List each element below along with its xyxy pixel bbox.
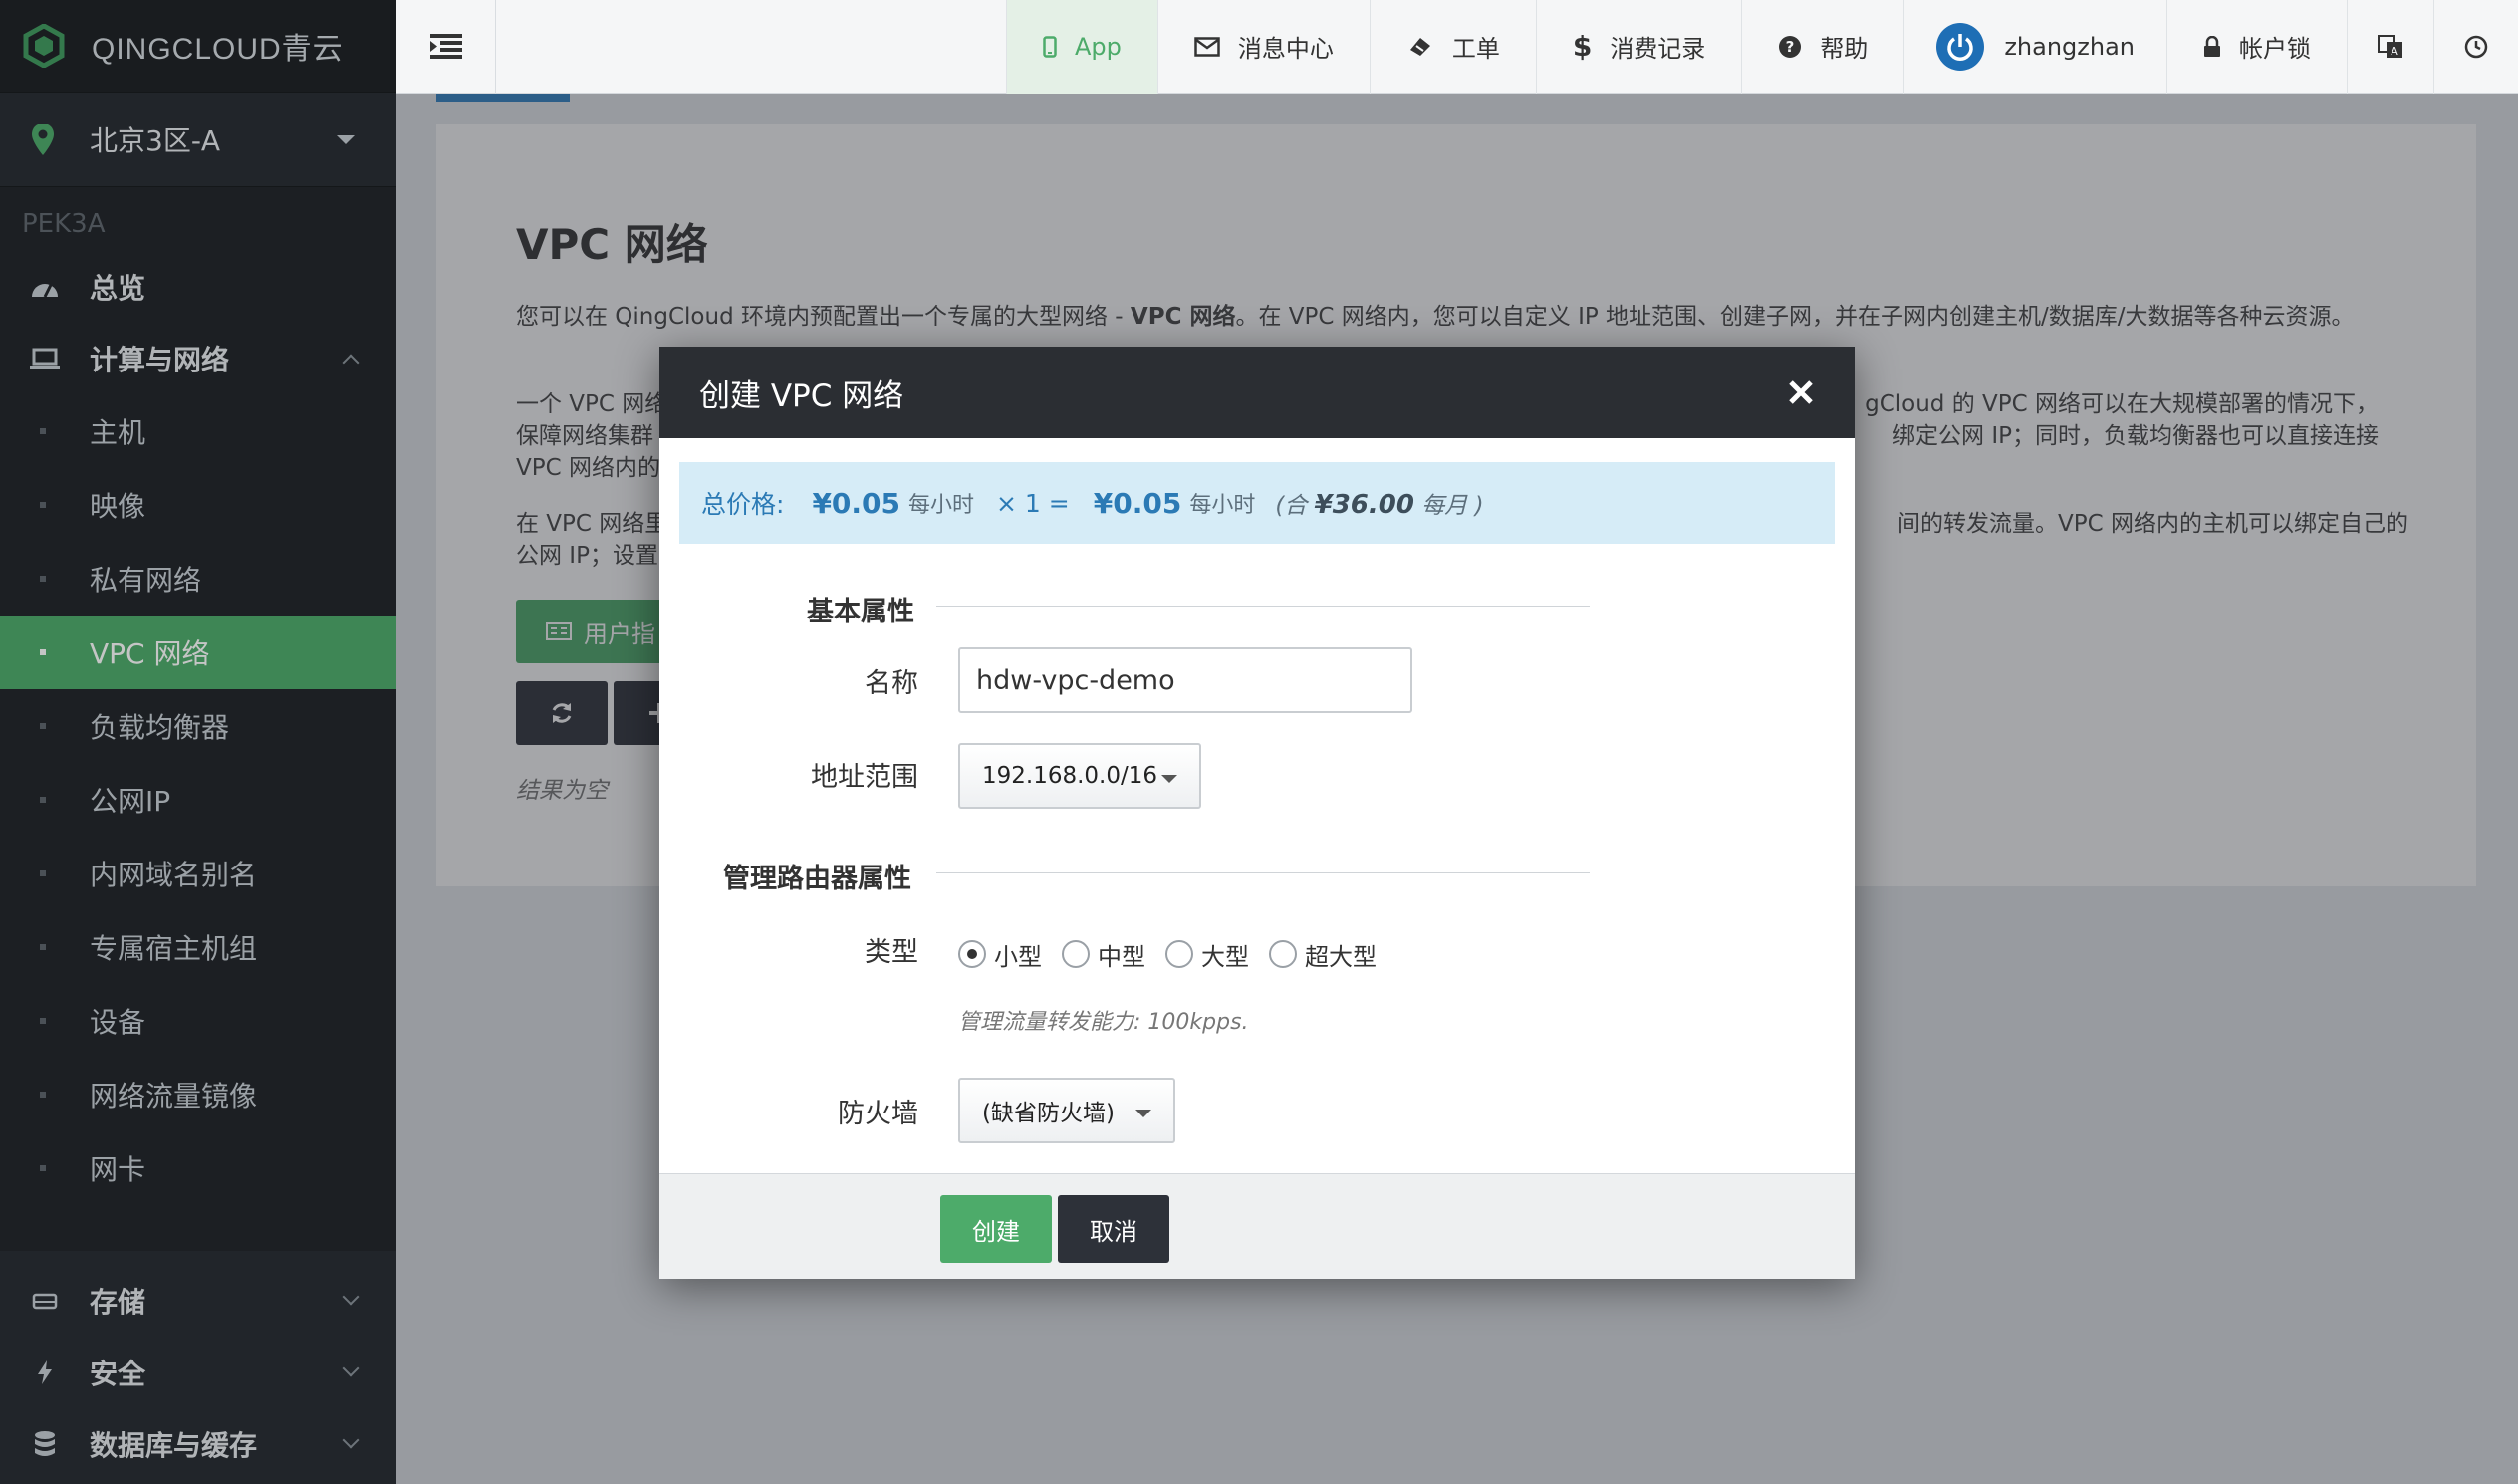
topbar-username: zhangzhan [2004,32,2135,61]
menu-toggle-button[interactable] [396,0,496,94]
section-divider [936,606,1590,607]
radio-small[interactable]: 小型 [958,937,1042,972]
topbar-history-button[interactable] [2433,0,2518,94]
range-label: 地址范围 [811,762,918,793]
question-circle-icon: ? [1778,35,1802,59]
dialog-footer [659,1173,1855,1279]
topbar-app-label: App [1074,32,1122,61]
radio-unchecked-icon [1269,940,1297,968]
price-label: 总价格: [701,490,785,519]
radio-xlarge[interactable]: 超大型 [1269,937,1377,972]
capacity-note: 管理流量转发能力: 100kpps. [958,1010,1249,1035]
unit-price-period: 每小时 [908,493,975,518]
price-multiplier: × 1 = [996,488,1070,518]
dialog-title: 创建 VPC 网络 [699,377,904,414]
lock-icon [2203,35,2221,58]
envelope-icon [1194,36,1220,57]
address-range-value: 192.168.0.0/16 [982,763,1158,789]
radio-large[interactable]: 大型 [1165,937,1249,972]
mobile-phone-icon [1043,35,1057,58]
address-range-select[interactable]: 192.168.0.0/16 [958,743,1201,809]
name-input[interactable] [958,647,1412,713]
radio-label: 中型 [1098,942,1145,971]
firewall-select[interactable]: (缺省防火墙) [958,1078,1175,1143]
topbar-language-button[interactable]: A [2347,0,2433,94]
topbar-messages-button[interactable]: 消息中心 [1156,0,1370,94]
svg-text:?: ? [1786,38,1795,56]
topbar-help-button[interactable]: ? 帮助 [1741,0,1903,94]
topbar-billing-label: 消费记录 [1610,35,1706,63]
router-type-radio-group: 小型 中型 大型 超大型 [958,934,1396,974]
chevron-down-icon [1161,775,1177,783]
translate-icon: A [2378,34,2402,58]
create-vpc-dialog: 创建 VPC 网络 总价格: ¥0.05 每小时 × 1 = ¥0.05 每小时… [659,347,1855,1279]
menu-indent-icon [429,33,462,59]
monthly-price: (合 ¥36.00 每月 ) [1275,486,1483,520]
section-basic-title: 基本属性 [807,597,914,627]
name-label: 名称 [865,668,918,699]
topbar-account-lock-button[interactable]: 帐户锁 [2166,0,2347,94]
radio-label: 小型 [994,942,1042,971]
dollar-icon: $ [1572,30,1593,63]
section-divider [936,872,1590,873]
radio-unchecked-icon [1062,940,1090,968]
create-button[interactable]: 创建 [940,1195,1052,1263]
clock-icon [2464,35,2488,58]
topbar-tickets-button[interactable]: 工单 [1369,0,1536,94]
power-avatar-icon [1936,22,1985,71]
monthly-suffix: 每月 ) [1421,493,1484,519]
topbar-app-button[interactable]: App [1005,0,1157,94]
topbar-account-lock-label: 帐户锁 [2239,35,2311,63]
radio-medium[interactable]: 中型 [1062,937,1145,972]
unit-price: ¥0.05 [812,486,901,520]
topbar-tickets-label: 工单 [1451,35,1500,63]
chevron-down-icon [1135,1110,1151,1117]
total-price-period: 每小时 [1189,493,1256,518]
section-router-title: 管理路由器属性 [723,864,911,894]
topbar-help-label: 帮助 [1820,35,1869,63]
svg-text:A: A [2391,45,2398,58]
topbar-messages-label: 消息中心 [1237,35,1334,63]
radio-checked-icon [958,940,986,968]
monthly-prefix: (合 [1275,493,1308,519]
radio-label: 大型 [1201,942,1249,971]
monthly-value: ¥36.00 [1314,490,1414,520]
type-label: 类型 [865,937,918,968]
cancel-button[interactable]: 取消 [1058,1195,1169,1263]
price-summary: 总价格: ¥0.05 每小时 × 1 = ¥0.05 每小时 (合 ¥36.00… [679,462,1835,544]
total-price: ¥0.05 [1093,486,1182,520]
ticket-icon [1406,36,1434,58]
topbar-user-menu[interactable]: zhangzhan [1903,0,2166,94]
radio-unchecked-icon [1165,940,1193,968]
radio-label: 超大型 [1305,942,1377,971]
close-icon[interactable] [1783,374,1819,410]
firewall-label: 防火墙 [838,1099,918,1129]
top-bar: App 消息中心 工单 $ 消费记录 ? 帮助 zhangzhan 帐户锁 A [396,0,2518,94]
firewall-value: (缺省防火墙) [982,1101,1115,1126]
sidebar-backdrop [0,0,396,1484]
topbar-billing-button[interactable]: $ 消费记录 [1535,0,1741,94]
dialog-header: 创建 VPC 网络 [659,347,1855,438]
